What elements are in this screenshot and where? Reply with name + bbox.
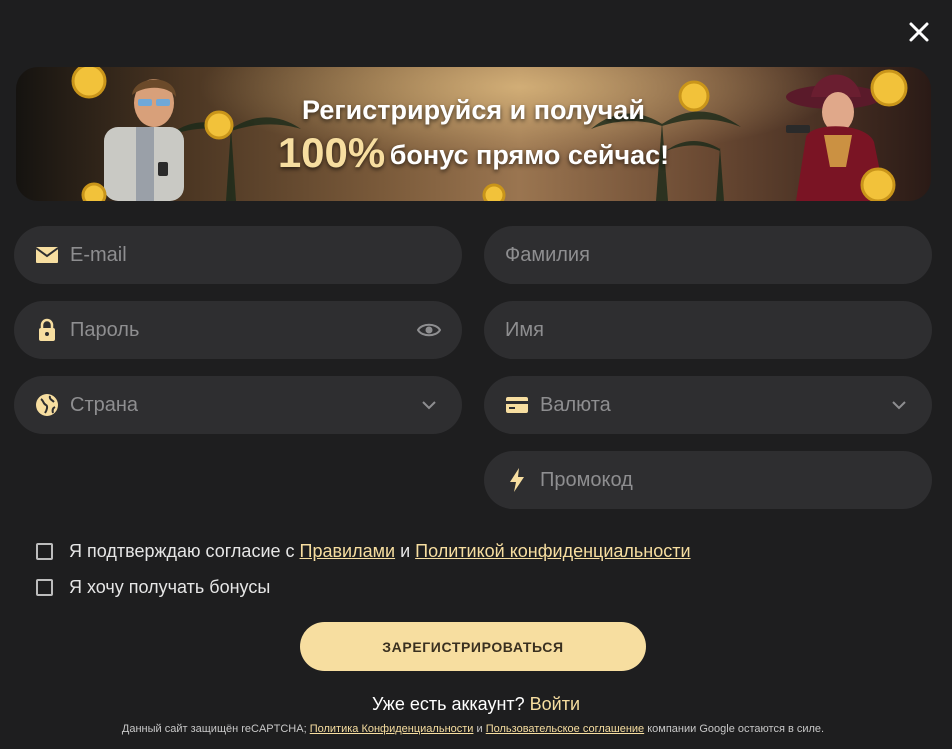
login-prompt: Уже есть аккаунт? Войти [0, 694, 952, 715]
promo-placeholder: Промокод [540, 468, 633, 491]
recaptcha-and: и [476, 723, 483, 735]
close-button[interactable] [904, 17, 934, 47]
email-field[interactable]: E-mail [14, 226, 462, 284]
password-placeholder: Пароль [70, 318, 140, 341]
currency-select[interactable]: Валюта [484, 376, 932, 434]
consent-row: Я подтверждаю согласие с Правилами и Пол… [36, 541, 691, 562]
recaptcha-notice: Данный сайт защищён reCAPTCHA; Политика … [0, 723, 946, 735]
recaptcha-prefix: Данный сайт защищён reCAPTCHA; [121, 723, 307, 735]
login-prompt-text: Уже есть аккаунт? [371, 694, 525, 714]
banner-subtitle: 100% бонус прямо сейчас! [16, 129, 931, 177]
card-icon [505, 393, 529, 417]
globe-icon [35, 393, 59, 417]
envelope-icon [35, 243, 59, 267]
banner-title: Регистрируйся и получай [302, 95, 645, 125]
consent-prefix: Я подтверждаю согласие с [69, 541, 295, 561]
surname-field[interactable]: Фамилия [484, 226, 932, 284]
chevron-down-icon [886, 392, 912, 418]
promo-banner: Регистрируйся и получай 100% бонус прямо… [16, 67, 931, 201]
name-placeholder: Имя [505, 318, 544, 341]
consent-text: Я подтверждаю согласие с Правилами и Пол… [69, 541, 691, 562]
password-field[interactable]: Пароль [14, 301, 462, 359]
country-select[interactable]: Страна [14, 376, 462, 434]
promo-field[interactable]: Промокод [484, 451, 932, 509]
google-privacy-link[interactable]: Политика Конфиденциальности [310, 723, 474, 735]
surname-placeholder: Фамилия [505, 243, 590, 266]
privacy-policy-link[interactable]: Политикой конфиденциальности [415, 541, 690, 561]
chevron-down-icon [416, 392, 442, 418]
consent-checkbox[interactable] [36, 543, 53, 560]
currency-placeholder: Валюта [540, 393, 611, 416]
consent-and: и [400, 541, 411, 561]
register-button[interactable]: ЗАРЕГИСТРИРОВАТЬСЯ [300, 622, 646, 671]
google-terms-link[interactable]: Пользовательское соглашение [486, 723, 644, 735]
rules-link[interactable]: Правилами [300, 541, 396, 561]
close-icon [909, 22, 929, 42]
banner-subtitle-rest: бонус прямо сейчас! [389, 140, 670, 170]
banner-percent: 100% [277, 129, 386, 176]
lock-icon [35, 318, 59, 342]
country-placeholder: Страна [70, 393, 139, 416]
login-link[interactable]: Войти [530, 694, 580, 714]
eye-icon[interactable] [416, 317, 442, 343]
bonus-row: Я хочу получать бонусы [36, 577, 270, 598]
name-field[interactable]: Имя [484, 301, 932, 359]
email-placeholder: E-mail [70, 243, 127, 266]
bonus-label: Я хочу получать бонусы [69, 577, 271, 597]
lightning-icon [505, 468, 529, 492]
recaptcha-suffix: компании Google остаются в силе. [647, 723, 825, 735]
bonus-checkbox[interactable] [36, 579, 53, 596]
